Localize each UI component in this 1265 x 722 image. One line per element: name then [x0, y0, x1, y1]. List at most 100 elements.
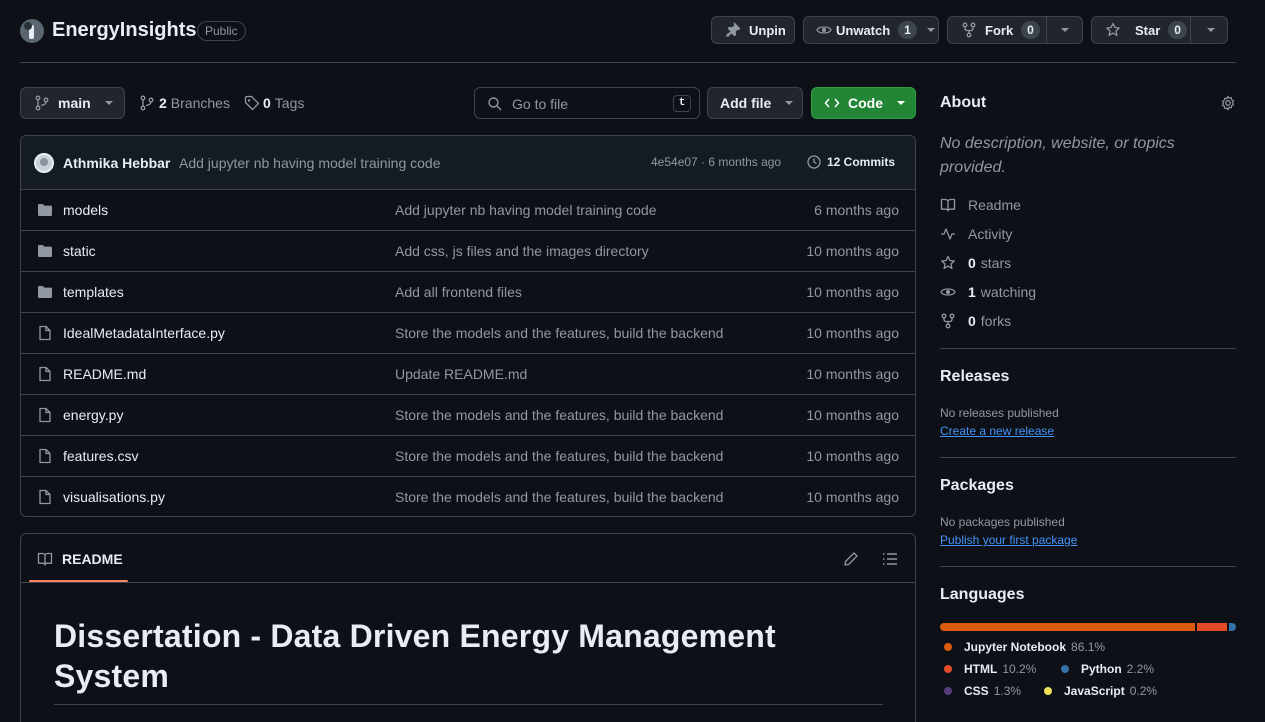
- packages-title[interactable]: Packages: [940, 477, 1014, 495]
- file-name[interactable]: visualisations.py: [63, 489, 165, 505]
- owner-avatar[interactable]: [20, 19, 44, 43]
- pencil-icon[interactable]: [843, 551, 859, 567]
- unpin-button[interactable]: Unpin: [711, 16, 795, 44]
- readme-tab[interactable]: README: [37, 551, 123, 567]
- publish-package-link[interactable]: Publish your first package: [940, 533, 1077, 547]
- search-shortcut-key: t: [673, 95, 691, 112]
- go-to-file-search[interactable]: Go to file t: [474, 87, 700, 119]
- readme-link[interactable]: Readme: [940, 197, 1021, 213]
- readme-heading-rule: [54, 704, 883, 705]
- language-item[interactable]: Jupyter Notebook 86.1%: [944, 640, 1105, 654]
- language-percent: 1.3%: [993, 684, 1022, 698]
- readme-panel: README Dissertation - Data Driven Energy…: [20, 533, 916, 722]
- forks-link[interactable]: 0 forks: [940, 313, 1011, 329]
- file-commit-message[interactable]: Store the models and the features, build…: [395, 407, 723, 423]
- file-commit-message[interactable]: Store the models and the features, build…: [395, 448, 723, 464]
- commits-link[interactable]: 12 Commits: [806, 154, 895, 170]
- file-row[interactable]: features.csv Store the models and the fea…: [21, 435, 915, 476]
- chevron-down-icon[interactable]: [1061, 28, 1069, 32]
- branch-name: main: [58, 95, 91, 111]
- language-item[interactable]: CSS 1.3%: [944, 684, 1021, 698]
- file-row[interactable]: models Add jupyter nb having model traini…: [21, 189, 915, 230]
- branches-link[interactable]: 2 Branches: [139, 95, 230, 111]
- file-icon: [39, 448, 51, 464]
- file-commit-message[interactable]: Add all frontend files: [395, 284, 522, 300]
- search-icon: [488, 97, 502, 111]
- language-name: JavaScript: [1064, 684, 1125, 698]
- tag-icon: [244, 95, 260, 111]
- repo-name[interactable]: EnergyInsights: [52, 19, 196, 42]
- commit-author[interactable]: Athmika Hebbar: [63, 155, 170, 171]
- language-percent: 10.2%: [1002, 662, 1037, 676]
- author-avatar[interactable]: [34, 153, 54, 173]
- eye-icon: [816, 26, 832, 34]
- language-item[interactable]: HTML 10.2%: [944, 662, 1036, 676]
- file-icon: [39, 325, 51, 341]
- activity-link[interactable]: Activity: [940, 226, 1012, 242]
- language-bar-segment: [940, 623, 1195, 631]
- sidebar-divider: [940, 348, 1236, 349]
- file-name[interactable]: models: [63, 202, 108, 218]
- eye-icon: [940, 288, 956, 296]
- file-icon: [39, 366, 51, 382]
- branch-icon: [140, 95, 154, 111]
- watching-link[interactable]: 1 watching: [940, 284, 1036, 300]
- file-name[interactable]: README.md: [63, 366, 146, 382]
- commit-message[interactable]: Add jupyter nb having model training cod…: [179, 155, 441, 171]
- file-commit-message[interactable]: Store the models and the features, build…: [395, 325, 723, 341]
- folder-icon: [38, 204, 52, 216]
- file-row[interactable]: templates Add all frontend files 10 months…: [21, 271, 915, 312]
- folder-icon: [38, 245, 52, 257]
- star-counter: 0: [1168, 21, 1187, 39]
- file-commit-message[interactable]: Add css, js files and the images directo…: [395, 243, 649, 259]
- file-row[interactable]: static Add css, js files and the images d…: [21, 230, 915, 271]
- chevron-down-icon: [104, 101, 113, 105]
- file-name[interactable]: energy.py: [63, 407, 123, 423]
- file-row[interactable]: energy.py Store the models and the featur…: [21, 394, 915, 435]
- releases-title[interactable]: Releases: [940, 368, 1009, 386]
- file-row[interactable]: visualisations.py Store the models and th…: [21, 476, 915, 516]
- code-button[interactable]: Code: [811, 87, 916, 119]
- header-divider: [20, 62, 1236, 63]
- file-commit-date: 6 months ago: [814, 202, 899, 218]
- language-item[interactable]: Python 2.2%: [1061, 662, 1154, 676]
- gear-icon[interactable]: [1220, 95, 1236, 111]
- list-outline-icon[interactable]: [882, 551, 898, 567]
- fork-button[interactable]: Fork 0: [947, 16, 1083, 44]
- star-button[interactable]: Star 0: [1091, 16, 1228, 44]
- create-release-link[interactable]: Create a new release: [940, 424, 1054, 438]
- sidebar-divider: [940, 566, 1236, 567]
- file-name[interactable]: templates: [63, 284, 124, 300]
- latest-commit-bar: Athmika Hebbar Add jupyter nb having mod…: [21, 136, 915, 189]
- pulse-icon: [941, 228, 955, 240]
- chevron-down-icon[interactable]: [1207, 28, 1215, 32]
- star-icon: [1106, 22, 1120, 36]
- unwatch-label: Unwatch: [836, 22, 891, 38]
- tags-link[interactable]: 0 Tags: [244, 95, 304, 111]
- file-name[interactable]: features.csv: [63, 448, 138, 464]
- unpin-label: Unpin: [749, 22, 786, 38]
- branches-label: Branches: [170, 95, 230, 111]
- language-item[interactable]: JavaScript 0.2%: [1044, 684, 1157, 698]
- branch-selector[interactable]: main: [20, 87, 125, 119]
- file-icon: [39, 407, 51, 423]
- file-name[interactable]: static: [63, 243, 96, 259]
- code-icon: [824, 98, 840, 108]
- file-row[interactable]: IdealMetadataInterface.py Store the model…: [21, 312, 915, 353]
- file-name[interactable]: IdealMetadataInterface.py: [63, 325, 225, 341]
- fork-divider: [1046, 17, 1047, 43]
- about-description: No description, website, or topics provi…: [940, 135, 1175, 176]
- packages-empty-text: No packages published: [940, 515, 1065, 529]
- file-row[interactable]: README.md Update README.md 10 months ago: [21, 353, 915, 394]
- language-percent: 0.2%: [1129, 684, 1158, 698]
- book-icon: [940, 198, 956, 212]
- commit-sha-time[interactable]: 4e54e07 · 6 months ago: [651, 155, 781, 169]
- unwatch-button[interactable]: Unwatch 1: [803, 16, 939, 44]
- stars-link[interactable]: 0 stars: [940, 255, 1011, 271]
- file-commit-message[interactable]: Update README.md: [395, 366, 527, 382]
- file-commit-message[interactable]: Store the models and the features, build…: [395, 489, 723, 505]
- language-name: HTML: [964, 662, 998, 676]
- add-file-button[interactable]: Add file: [707, 87, 803, 119]
- tags-label: Tags: [274, 95, 305, 111]
- file-commit-message[interactable]: Add jupyter nb having model training cod…: [395, 202, 657, 218]
